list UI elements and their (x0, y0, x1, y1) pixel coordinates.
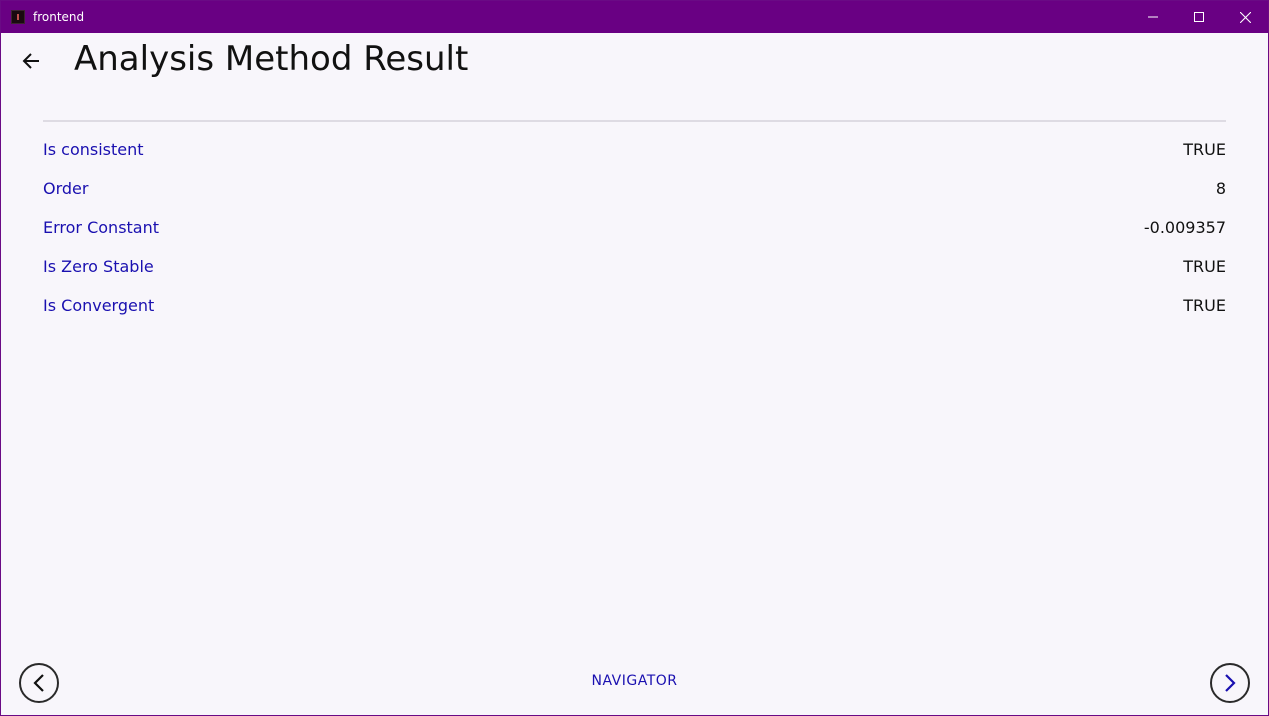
maximize-icon (1194, 12, 1204, 22)
app-icon (11, 10, 25, 24)
result-label: Is Convergent (43, 296, 155, 315)
navigator-bar: NAVIGATOR (1, 640, 1268, 715)
result-row-is-zero-stable: Is Zero Stable TRUE (43, 247, 1226, 286)
result-value: 8 (1215, 179, 1226, 198)
result-label: Is Zero Stable (43, 257, 154, 276)
result-value: TRUE (1183, 257, 1226, 276)
app-window: frontend Analysis Method Result Is consi… (0, 0, 1269, 716)
navigator-label: NAVIGATOR (591, 673, 678, 689)
close-icon (1239, 11, 1251, 23)
result-label: Order (43, 179, 89, 198)
result-row-is-convergent: Is Convergent TRUE (43, 286, 1226, 325)
page-title: Analysis Method Result (74, 39, 469, 79)
result-row-error-constant: Error Constant -0.009357 (43, 208, 1226, 247)
result-value: -0.009357 (1143, 218, 1226, 237)
result-row-order: Order 8 (43, 169, 1226, 208)
result-value: TRUE (1183, 140, 1226, 159)
result-label: Is consistent (43, 140, 144, 159)
next-button[interactable] (1210, 663, 1250, 703)
back-button[interactable] (15, 45, 47, 77)
chevron-right-icon (1225, 674, 1236, 692)
header-divider (43, 120, 1226, 122)
maximize-button[interactable] (1176, 1, 1222, 33)
title-bar[interactable]: frontend (1, 1, 1268, 33)
main-content: Analysis Method Result Is consistent TRU… (1, 33, 1268, 715)
window-title: frontend (33, 10, 85, 24)
arrow-left-icon (22, 53, 39, 69)
window-controls (1130, 1, 1268, 33)
result-row-is-consistent: Is consistent TRUE (43, 130, 1226, 169)
close-button[interactable] (1222, 1, 1268, 33)
result-value: TRUE (1183, 296, 1226, 315)
result-label: Error Constant (43, 218, 160, 237)
minimize-button[interactable] (1130, 1, 1176, 33)
minimize-icon (1148, 16, 1158, 18)
results-list: Is consistent TRUE Order 8 Error Constan… (43, 130, 1226, 325)
